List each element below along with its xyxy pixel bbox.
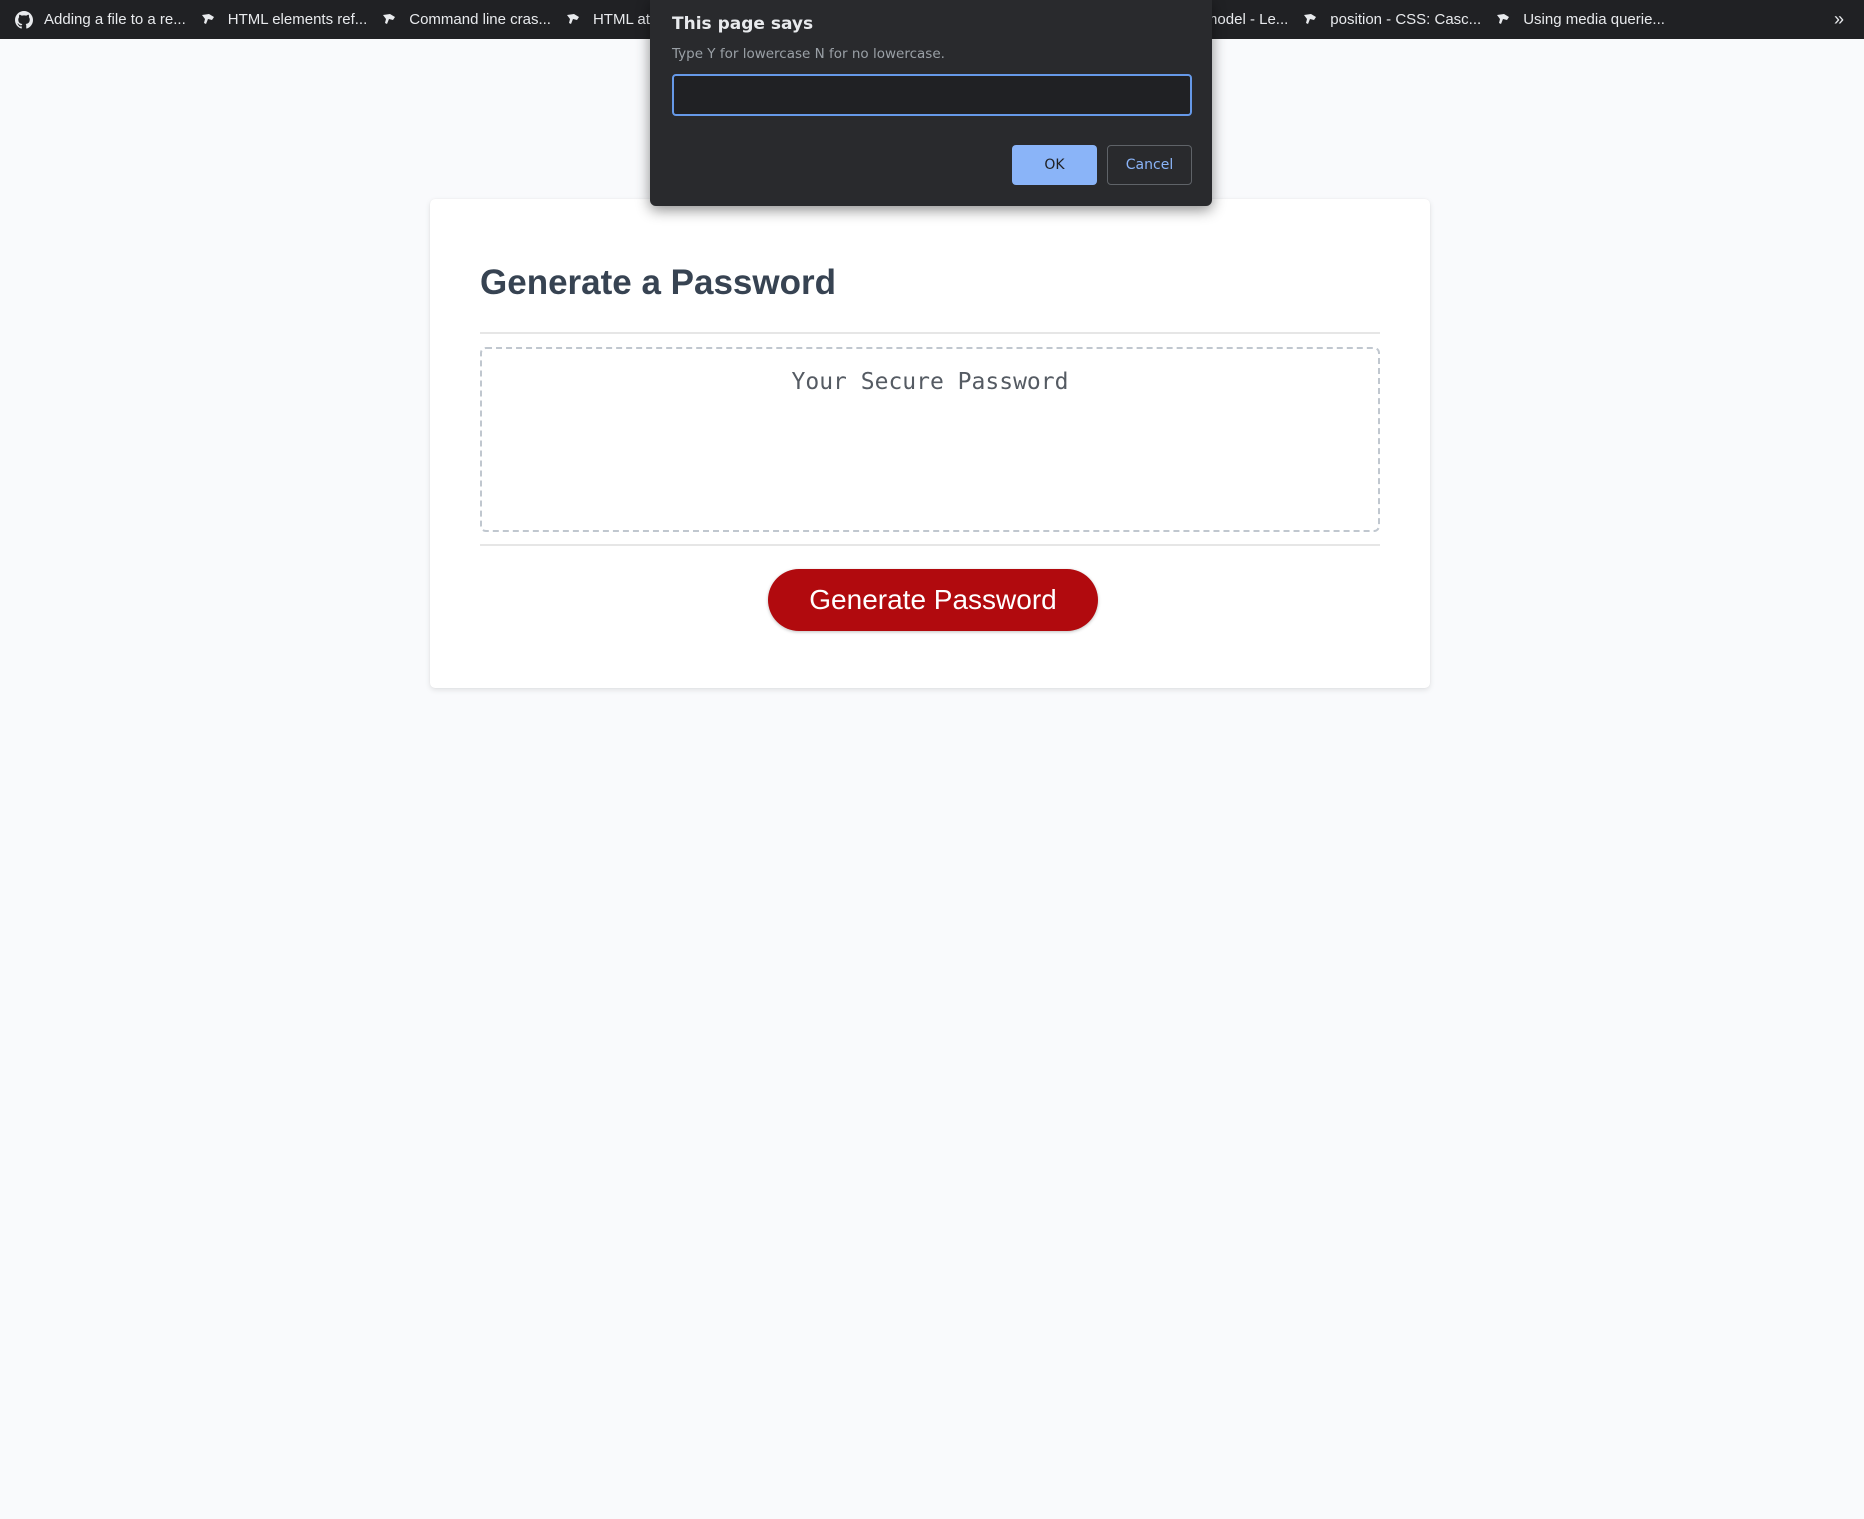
generate-password-button[interactable]: Generate Password	[768, 569, 1098, 631]
page-title: Generate a Password	[480, 263, 836, 302]
bookmarks-overflow-button[interactable]: »	[1834, 0, 1844, 39]
bookmark-label: model - Le...	[1204, 11, 1289, 28]
bookmark-item[interactable]: Command line cras...	[377, 0, 561, 39]
cancel-button[interactable]: Cancel	[1107, 145, 1192, 185]
bookmark-item[interactable]: HTML at	[561, 0, 660, 39]
github-icon	[14, 10, 34, 30]
password-generator-card: Generate a Password Your Secure Password…	[430, 199, 1430, 688]
mdn-icon	[563, 10, 583, 30]
bookmark-label: HTML elements ref...	[227, 11, 368, 28]
mdn-icon	[198, 10, 218, 30]
prompt-dialog: This page says Type Y for lowercase N fo…	[650, 0, 1212, 206]
bookmark-label: position - CSS: Casc...	[1330, 11, 1482, 28]
bookmark-item[interactable]: Adding a file to a re...	[12, 0, 196, 39]
bookmark-item[interactable]: HTML elements ref...	[196, 0, 377, 39]
mdn-icon	[1493, 10, 1513, 30]
dialog-message: Type Y for lowercase N for no lowercase.	[672, 46, 945, 62]
chevron-double-right-icon: »	[1833, 9, 1844, 29]
prompt-input[interactable]	[672, 74, 1192, 116]
dialog-title: This page says	[672, 14, 814, 34]
dialog-actions: OK Cancel	[1012, 145, 1192, 185]
mdn-icon	[379, 10, 399, 30]
bookmark-item[interactable]: Using media querie...	[1491, 0, 1675, 39]
bookmark-item[interactable]: model - Le...	[1205, 0, 1298, 39]
password-placeholder: Your Secure Password	[791, 369, 1069, 395]
bookmark-label: Using media querie...	[1523, 11, 1665, 28]
ok-button[interactable]: OK	[1012, 145, 1097, 185]
bookmark-label: HTML at	[592, 11, 650, 28]
bookmark-item[interactable]: position - CSS: Casc...	[1298, 0, 1491, 39]
bookmark-label: Command line cras...	[409, 11, 551, 28]
card-header: Generate a Password	[480, 199, 1380, 334]
mdn-icon	[1300, 10, 1320, 30]
password-textarea[interactable]: Your Secure Password	[480, 347, 1380, 532]
bookmark-label: Adding a file to a re...	[44, 11, 186, 28]
card-divider	[480, 544, 1380, 546]
